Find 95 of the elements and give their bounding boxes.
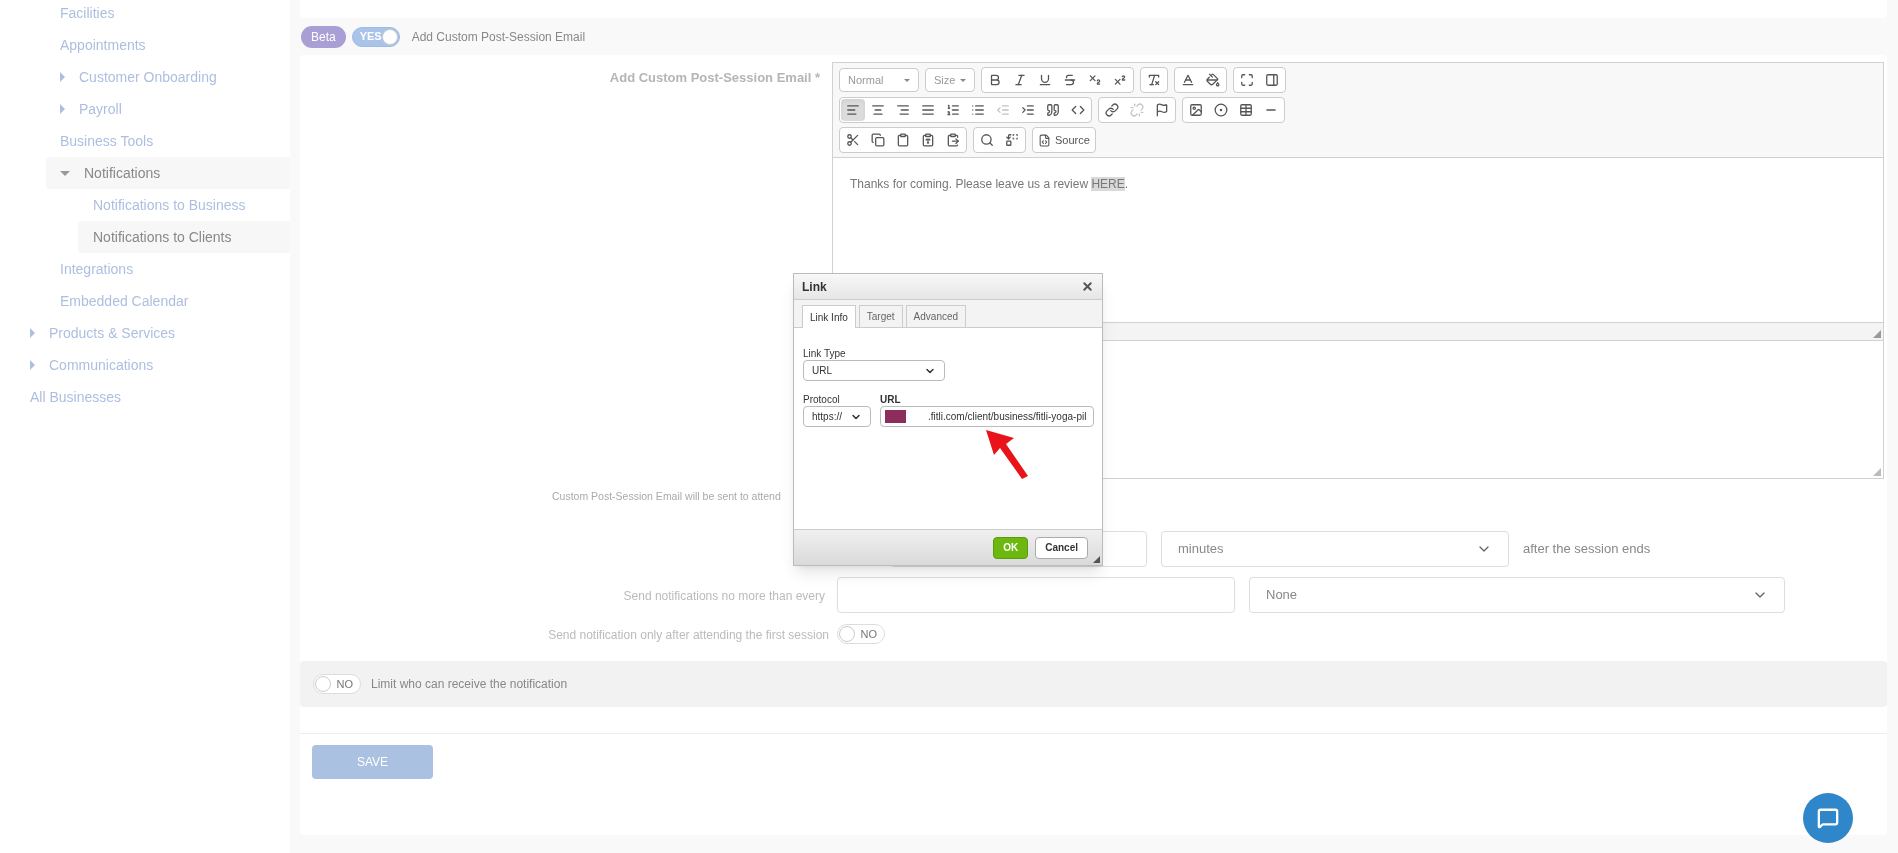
replace-icon	[1005, 133, 1019, 147]
bold-icon	[988, 73, 1002, 87]
field-label: URL	[880, 394, 902, 406]
info-text: Custom Post-Session Email will be sent to attend	[552, 489, 781, 505]
toolbar-dropdown[interactable]: Normal	[839, 68, 919, 92]
toolbar-dropdown[interactable]: Size	[925, 68, 975, 92]
caret-down-icon	[60, 170, 70, 176]
unit-select[interactable]: minutes	[1161, 531, 1509, 567]
email-body-text: Thanks for coming. Please leave us a review HERE.	[850, 176, 1130, 193]
url-input[interactable]: .fitli.com/client/business/fitli-yoga-pil	[880, 406, 1094, 427]
align-center-icon	[871, 103, 885, 117]
scissors-icon	[846, 133, 860, 147]
close-icon[interactable]	[1081, 280, 1094, 293]
image-icon	[1189, 103, 1203, 117]
ok-button[interactable]: OK	[993, 536, 1029, 559]
flag-icon	[1155, 103, 1169, 117]
subscript-icon	[1088, 73, 1102, 87]
copy-icon	[871, 133, 885, 147]
toggle-label: Limit who can receive the notification	[371, 676, 568, 693]
source-button[interactable]: Source	[1034, 129, 1094, 151]
strikethrough-icon	[1063, 73, 1077, 87]
caret-down-icon	[904, 78, 910, 82]
field-label: Send notifications no more than every	[623, 589, 825, 603]
cancel-button[interactable]: Cancel	[1035, 536, 1088, 559]
interval-input[interactable]	[837, 577, 1235, 613]
underline-icon	[1038, 73, 1052, 87]
dialog-tab[interactable]: Advanced	[905, 305, 967, 327]
italic-icon	[1013, 73, 1027, 87]
sidebar-item[interactable]: Appointments	[0, 29, 290, 61]
sidebar-item[interactable]: Products & Services	[0, 317, 290, 349]
align-left-icon	[846, 103, 860, 117]
review-link[interactable]: HERE	[1091, 177, 1125, 191]
circle-icon	[1214, 103, 1228, 117]
remove-format-icon	[1147, 73, 1161, 87]
toolbar-button[interactable]	[841, 99, 865, 121]
resize-handle-icon[interactable]	[1873, 330, 1881, 338]
justify-icon	[921, 103, 935, 117]
clipboard-icon	[896, 133, 910, 147]
redaction-mark	[885, 410, 906, 423]
source-icon	[1038, 133, 1051, 147]
dialog-tab[interactable]: Link Info	[802, 305, 856, 328]
field-label: Add Custom Post-Session Email *	[609, 70, 820, 85]
sidebar-item[interactable]: Payroll	[0, 93, 290, 125]
chat-icon	[1817, 807, 1839, 829]
sidebar-item[interactable]: Business Tools	[0, 125, 290, 157]
field-label: Send notification only after attending the first session	[548, 628, 829, 642]
suffix-text: after the session ends	[1523, 540, 1651, 559]
link-type-select[interactable]: URL	[803, 360, 945, 381]
sidebar-item[interactable]: Customer Onboarding	[0, 61, 290, 93]
link-icon	[1105, 103, 1119, 117]
caret-down-icon	[960, 78, 966, 82]
toggle-label: Add Custom Post-Session Email	[411, 28, 586, 46]
save-button[interactable]: SAVE	[312, 745, 433, 779]
maximize-icon	[1240, 73, 1254, 87]
sidebar-item[interactable]: Notifications to Business	[0, 189, 290, 221]
toggle-switch[interactable]: NO	[837, 624, 885, 644]
sidebar-item[interactable]: Communications	[0, 349, 290, 381]
indent-icon	[1021, 103, 1035, 117]
superscript-icon	[1113, 73, 1127, 87]
sidebar-item[interactable]: Integrations	[0, 253, 290, 285]
unit-select[interactable]: None	[1249, 577, 1785, 613]
paste-icon	[946, 133, 960, 147]
align-right-icon	[896, 103, 910, 117]
numbered-list-icon	[946, 103, 960, 117]
sidebar-item[interactable]: All Businesses	[0, 381, 290, 413]
resize-handle-icon[interactable]	[1873, 468, 1881, 476]
search-icon	[980, 133, 994, 147]
sidebar-item[interactable]: Facilities	[0, 0, 290, 29]
beta-badge: Beta	[301, 25, 346, 48]
text-color-icon	[1181, 73, 1195, 87]
sidebar-item[interactable]: Notifications	[46, 157, 290, 189]
dialog-tab[interactable]: Target	[858, 305, 903, 327]
arrow-icon	[984, 428, 1030, 480]
paint-bucket-icon	[1206, 73, 1220, 87]
caret-right-icon	[60, 72, 65, 82]
protocol-select[interactable]: https://	[803, 406, 871, 427]
sidebar-item[interactable]: Notifications to Clients	[78, 221, 290, 253]
quote-icon	[1046, 103, 1060, 117]
resize-handle-icon[interactable]	[1093, 556, 1100, 563]
paste-text-icon	[921, 133, 935, 147]
code-icon	[1071, 103, 1085, 117]
dialog-title: Link	[802, 278, 827, 296]
table-icon	[1239, 103, 1253, 117]
unlink-icon	[1130, 103, 1144, 117]
bulleted-list-icon	[971, 103, 985, 117]
field-label: Link Type	[803, 348, 847, 360]
toggle-switch[interactable]: YES	[351, 26, 400, 47]
caret-right-icon	[60, 104, 65, 114]
outdent-icon	[996, 103, 1010, 117]
sidebar-item[interactable]: Embedded Calendar	[0, 285, 290, 317]
panel-icon	[1265, 73, 1279, 87]
toggle-switch[interactable]: NO	[313, 674, 361, 694]
caret-right-icon	[30, 360, 35, 370]
caret-right-icon	[30, 328, 35, 338]
field-label: Protocol	[803, 394, 841, 406]
